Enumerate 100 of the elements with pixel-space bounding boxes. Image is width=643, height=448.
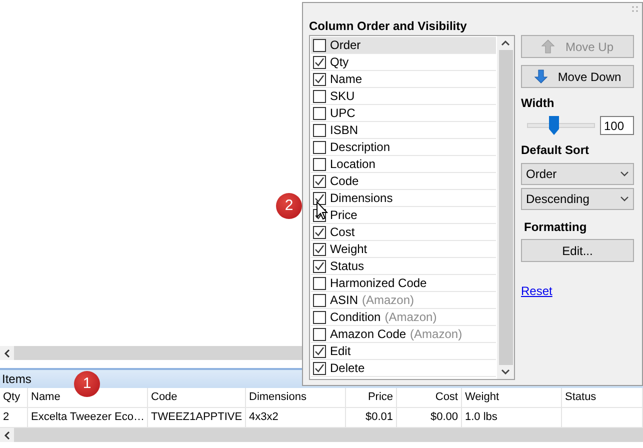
edit-button[interactable]: Edit... (521, 239, 634, 262)
checkbox[interactable] (313, 294, 326, 306)
column-list-item[interactable]: Dimensions (311, 190, 496, 207)
scroll-left-icon[interactable] (4, 348, 10, 358)
column-list-item[interactable]: Name (311, 71, 496, 88)
selected-value: Descending (526, 191, 590, 208)
checkbox[interactable] (313, 72, 326, 86)
checkbox[interactable] (313, 38, 326, 52)
checkbox[interactable] (313, 260, 326, 272)
table-cell: Excelta Tweezer Eco… (28, 408, 148, 427)
checkbox[interactable] (313, 124, 326, 136)
checkbox[interactable] (313, 192, 326, 204)
column-label: Price (330, 207, 358, 224)
check-icon (314, 346, 325, 356)
column-header[interactable]: Weight (462, 388, 562, 407)
column-list-item[interactable]: Delete (311, 360, 496, 377)
table-cell: 4x3x2 (246, 408, 346, 427)
column-header[interactable]: Dimensions (246, 388, 346, 407)
checkbox[interactable] (313, 90, 326, 102)
column-label: Status (330, 258, 364, 275)
panel-title: Column Order and Visibility (309, 18, 468, 35)
checkbox[interactable] (313, 174, 326, 188)
table-cell: 2 (0, 408, 28, 427)
checkbox[interactable] (313, 310, 326, 324)
column-header[interactable]: Status (562, 388, 643, 407)
checkbox[interactable] (313, 106, 326, 120)
check-icon (314, 74, 325, 84)
grip-icon (632, 6, 638, 12)
checkbox[interactable] (313, 242, 326, 256)
column-list-item[interactable]: Code (311, 173, 496, 190)
check-icon (314, 192, 325, 204)
column-label: Harmonized Code (330, 275, 427, 292)
column-list-item[interactable]: Status (311, 258, 496, 275)
column-list-item[interactable]: UPC (311, 105, 496, 122)
sort-direction-dropdown[interactable]: Descending (521, 188, 634, 210)
column-header[interactable]: Code (148, 388, 246, 407)
column-list-item[interactable]: Condition (Amazon) (311, 309, 496, 326)
checkbox[interactable] (313, 328, 326, 340)
section-title: Items (2, 371, 32, 388)
checkbox[interactable] (313, 344, 326, 358)
column-list-item[interactable]: Order (311, 37, 496, 54)
column-list-item[interactable]: SKU (311, 88, 496, 105)
scroll-up-icon[interactable] (501, 40, 510, 46)
column-list-item[interactable]: Qty (311, 54, 496, 71)
up-arrow-icon (541, 39, 556, 54)
column-list-item[interactable]: Cost (311, 224, 496, 241)
checkbox[interactable] (313, 56, 326, 68)
column-label: Order (330, 37, 361, 54)
checkbox[interactable] (313, 140, 326, 154)
formatting-label: Formatting (524, 219, 588, 236)
column-label: Dimensions (330, 190, 393, 207)
column-label: ISBN (330, 122, 358, 139)
vertical-scrollbar[interactable] (497, 36, 514, 379)
column-label: Code (330, 173, 359, 190)
column-header[interactable]: Price (346, 388, 397, 407)
callout-badge: 1 (74, 371, 100, 397)
column-label: Name (330, 71, 362, 88)
check-icon (314, 362, 325, 374)
slider-thumb[interactable] (549, 116, 560, 135)
move-down-button[interactable]: Move Down (521, 65, 634, 88)
column-list-item[interactable]: Description (311, 139, 496, 156)
column-list-item[interactable]: Location (311, 156, 496, 173)
dropdown-caret-icon (620, 196, 629, 202)
reset-link[interactable]: Reset (521, 282, 552, 300)
checkbox[interactable] (313, 276, 326, 290)
column-note: (Amazon) (362, 292, 414, 309)
scroll-left-icon[interactable] (4, 430, 10, 440)
checkbox[interactable] (313, 158, 326, 170)
table-cell: $0.00 (397, 408, 462, 427)
column-label: Amazon Code (330, 326, 406, 343)
check-icon (314, 260, 325, 272)
column-label: SKU (330, 88, 355, 105)
column-list-item[interactable]: Amazon Code (Amazon) (311, 326, 496, 343)
horizontal-scrollbar[interactable] (0, 428, 643, 442)
width-field[interactable]: 100 (600, 116, 634, 135)
column-list-item[interactable]: ISBN (311, 122, 496, 139)
width-label: Width (521, 95, 556, 112)
table-cell: 1.0 lbs (462, 408, 562, 427)
horizontal-scrollbar[interactable] (0, 346, 302, 360)
column-label: UPC (330, 105, 356, 122)
column-label: Qty (330, 54, 349, 71)
column-note: (Amazon) (384, 309, 437, 326)
column-label: Condition (330, 309, 381, 326)
column-list-item[interactable]: Harmonized Code (311, 275, 496, 292)
scroll-down-icon[interactable] (501, 369, 510, 375)
callout-badge: 2 (276, 193, 302, 219)
table-cell: TWEEZ1APPTIVE (148, 408, 246, 427)
column-list-item[interactable]: Edit (311, 343, 496, 360)
down-arrow-icon (534, 69, 548, 84)
checkbox[interactable] (313, 362, 326, 374)
column-list-item[interactable]: Weight (311, 241, 496, 258)
column-header[interactable]: Qty (0, 388, 28, 407)
column-header[interactable]: Cost (397, 388, 462, 407)
column-list-item[interactable]: ASIN (Amazon) (311, 292, 496, 309)
column-label: ASIN (330, 292, 358, 309)
check-icon (314, 244, 325, 254)
checkbox[interactable] (313, 226, 326, 238)
column-label: Description (330, 139, 390, 156)
column-label: Cost (330, 224, 355, 241)
sort-field-dropdown[interactable]: Order (521, 163, 634, 185)
